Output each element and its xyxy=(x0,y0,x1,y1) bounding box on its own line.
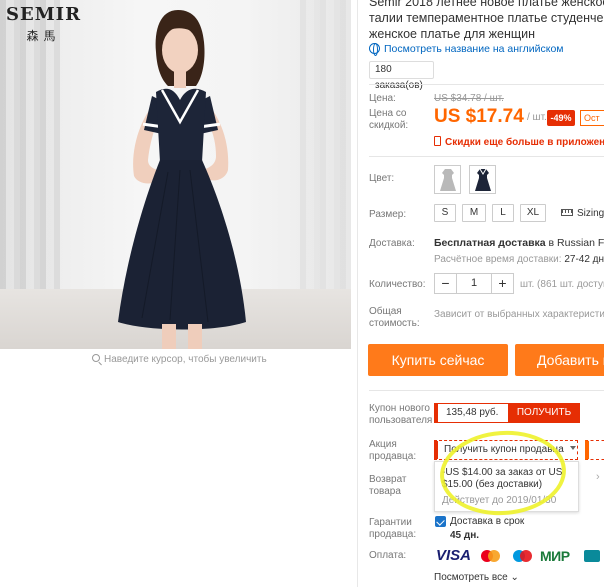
discount-price-label: Цена со скидкой: xyxy=(369,108,409,131)
new-user-coupon-value: 135,48 руб. xyxy=(434,403,509,423)
add-to-cart-button[interactable]: Добавить в xyxy=(515,344,604,376)
quantity-decrease-button[interactable]: − xyxy=(435,274,456,293)
all-payment-methods-link[interactable]: Посмотреть все ⌄ xyxy=(434,572,519,583)
divider xyxy=(369,156,604,157)
seller-coupon-offer[interactable]: -US $14.00 за заказ от US $15.00 (без до… xyxy=(442,467,571,491)
product-title-line: талии темпераментное платье студенческое xyxy=(369,11,604,25)
total-cost-label: Общая стоимость: xyxy=(369,306,420,329)
all-payment-methods-label: Посмотреть все xyxy=(434,572,508,583)
delivery-time: Расчётное время доставки: 27-42 дн xyxy=(434,254,604,265)
globe-icon xyxy=(369,43,380,56)
product-title-line: Semir 2018 летнее новое платье женское xyxy=(369,0,604,9)
quantity-label: Количество: xyxy=(369,279,426,290)
shield-check-icon xyxy=(435,516,446,527)
quantity-available-note: шт. (861 шт. доступно) xyxy=(520,279,604,290)
shipping-value[interactable]: Бесплатная доставка в Russian Fede xyxy=(434,237,604,249)
chevron-down-icon: ⌄ xyxy=(510,572,519,583)
wallet-icon xyxy=(582,546,602,565)
free-shipping-text: Бесплатная доставка xyxy=(434,237,546,249)
mastercard-icon xyxy=(478,546,502,565)
column-divider xyxy=(357,0,358,587)
buy-now-button[interactable]: Купить сейчас xyxy=(368,344,508,376)
mir-icon: МИР xyxy=(540,547,570,564)
magnifier-icon xyxy=(92,354,100,362)
brand-logo-cn: 森馬 xyxy=(26,29,61,43)
old-price: US $34.78 / шт. xyxy=(434,93,504,104)
price-label: Цена: xyxy=(369,93,396,104)
phone-icon xyxy=(434,136,441,146)
size-option-l[interactable]: L xyxy=(492,204,514,222)
model-in-dress-figure xyxy=(118,10,246,349)
guarantee-days: 45 дн. xyxy=(450,530,480,541)
size-option-s[interactable]: S xyxy=(434,204,456,222)
delivery-time-label: Расчётное время доставки: xyxy=(434,254,562,265)
orders-count-badge: 180 заказа(ов) xyxy=(369,61,434,91)
size-guide-label: Sizing xyxy=(577,208,604,219)
discount-badge: -49% xyxy=(547,110,575,126)
product-image[interactable]: SEMIR 森馬 xyxy=(0,0,351,349)
price-unit: / шт. xyxy=(527,112,547,123)
quantity-stepper: − 1 + xyxy=(434,273,514,294)
get-coupon-button[interactable]: ПОЛУЧИТЬ xyxy=(508,403,580,423)
ruler-icon xyxy=(561,209,573,216)
size-option-m[interactable]: M xyxy=(462,204,486,222)
brand-logo: SEMIR 森馬 xyxy=(6,4,81,44)
size-option-xl[interactable]: XL xyxy=(520,204,546,222)
time-left-tag: Ост xyxy=(580,110,604,126)
color-label: Цвет: xyxy=(369,173,395,184)
payment-label: Оплата: xyxy=(369,550,407,561)
translate-title-link[interactable]: Посмотреть название на английском xyxy=(369,43,564,56)
divider xyxy=(369,84,604,85)
zoom-hint-text: Наведите курсор, чтобы увеличить xyxy=(104,354,267,365)
size-label: Размер: xyxy=(369,209,407,220)
color-option-gray[interactable] xyxy=(434,165,461,194)
chevron-down-icon xyxy=(569,446,576,450)
app-discount-link[interactable]: Скидки еще больше в приложении xyxy=(434,136,604,148)
seller-promo-label: Акция продавца: xyxy=(369,439,417,462)
app-discount-label: Скидки еще больше в приложении xyxy=(445,137,604,148)
quantity-input[interactable]: 1 xyxy=(456,274,492,293)
divider xyxy=(369,390,604,391)
seller-coupon-valid: Действует до 2019/01/30 xyxy=(442,495,557,506)
current-price: US $17.74 xyxy=(434,106,524,127)
on-time-delivery-label: Доставка в срок xyxy=(450,516,525,527)
gray-dress-icon xyxy=(439,168,456,191)
seller-coupon-dropdown[interactable]: Получить купон продавца xyxy=(434,440,578,460)
seller-guarantee-label: Гарантии продавца: xyxy=(369,517,417,540)
product-title: Semir 2018 летнее новое платье женское т… xyxy=(369,0,604,42)
total-cost-note: Зависит от выбранных характеристик xyxy=(434,309,604,320)
color-option-navy[interactable] xyxy=(469,165,496,194)
on-time-delivery-guarantee[interactable]: Доставка в срок xyxy=(435,516,525,527)
zoom-hint: Наведите курсор, чтобы увеличить xyxy=(92,354,267,365)
visa-icon: VISA xyxy=(436,547,472,564)
returns-label: Возврат товара xyxy=(369,474,407,497)
product-title-line: женское платье для женщин xyxy=(369,27,536,41)
navy-dress-icon xyxy=(474,168,491,191)
shipping-destination: в Russian Fede xyxy=(548,237,604,249)
seller-coupon-popup: -US $14.00 за заказ от US $15.00 (без до… xyxy=(434,461,579,512)
translate-title-label: Посмотреть название на английском xyxy=(384,43,564,55)
brand-logo-text: SEMIR xyxy=(6,4,82,25)
chevron-right-icon[interactable]: › xyxy=(596,471,600,483)
new-user-coupon-label: Купон нового пользователя xyxy=(369,403,433,426)
seller-coupon-dropdown-label: Получить купон продавца xyxy=(444,444,564,455)
seller-coupon-dropdown-2[interactable] xyxy=(585,440,604,460)
size-guide-link[interactable]: Sizing xyxy=(561,208,604,219)
quantity-increase-button[interactable]: + xyxy=(492,274,513,293)
shipping-label: Доставка: xyxy=(369,238,415,249)
maestro-icon xyxy=(510,546,534,565)
delivery-time-value: 27-42 дн xyxy=(561,254,604,265)
